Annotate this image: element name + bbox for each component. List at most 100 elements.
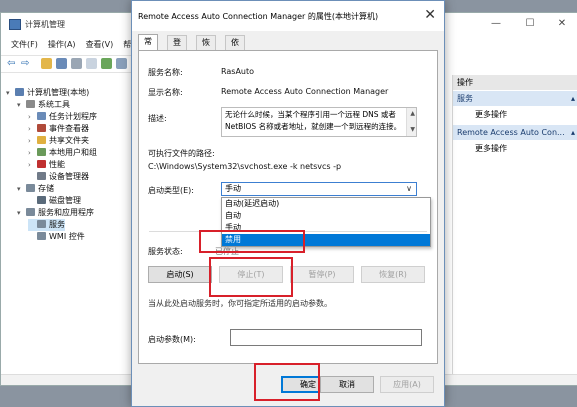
start-params-hint: 当从此处启动服务时，你可指定所适用的启动参数。 — [148, 299, 332, 308]
disk-icon — [37, 196, 46, 204]
back-icon[interactable]: ⇦ — [7, 58, 18, 69]
chevron-down-icon: ∨ — [406, 184, 412, 193]
device-icon — [37, 172, 46, 180]
tree-item-label: 系统工具 — [38, 100, 70, 109]
actions-header: 操作 — [453, 75, 577, 90]
expand-arrow-icon[interactable]: ▾ — [17, 183, 26, 195]
users-icon — [37, 148, 46, 156]
more-actions-rasauto[interactable]: 更多操作▶ — [453, 141, 577, 156]
event-icon — [37, 124, 46, 132]
tree-item[interactable]: › 共享文件夹 — [28, 135, 89, 147]
expand-arrow-icon[interactable]: › — [28, 147, 37, 159]
tab-recovery[interactable]: 恢复 — [196, 35, 216, 61]
highlight-disabled-option — [199, 230, 305, 253]
startup-type-value: 手动 — [225, 184, 241, 193]
dialog-title-bar: Remote Access Auto Connection Manager 的属… — [132, 1, 444, 31]
scroll-up-icon[interactable]: ▲ — [410, 108, 415, 120]
description-label: 描述: — [148, 114, 167, 123]
general-tab-panel: 服务名称: RasAuto 显示名称: Remote Access Auto C… — [138, 50, 438, 364]
start-params-input[interactable] — [230, 329, 422, 346]
startup-type-select[interactable]: 手动 ∨ — [221, 182, 417, 196]
tree-item-label: WMI 控件 — [49, 232, 85, 241]
tree-item[interactable]: › 事件查看器 — [28, 123, 89, 135]
tab-dependencies[interactable]: 依存关系 — [225, 35, 245, 89]
tree-item[interactable]: ▾ 系统工具 — [17, 99, 70, 111]
menu-file[interactable]: 文件(F) — [11, 39, 38, 50]
collapse-icon: ▴ — [570, 128, 575, 137]
navigation-tree: ▾ 计算机管理(本地) ▾ 系统工具 › 任务计划程序 › 事件查看器 › 共享文件夹 › 本地用户和… — [1, 73, 136, 373]
tree-item-label: 共享文件夹 — [49, 136, 89, 145]
display-name-label: 显示名称: — [148, 88, 183, 97]
tree-item[interactable]: 服务 — [28, 219, 65, 231]
tree-item-label: 事件查看器 — [49, 124, 89, 133]
actions-section-rasauto[interactable]: Remote Access Auto Con... ▴ — [453, 125, 577, 140]
tree-item[interactable]: ▾ 存储 — [17, 183, 54, 195]
option-auto-delayed[interactable]: 自动(延迟启动) — [222, 198, 430, 210]
tree-item[interactable]: WMI 控件 — [28, 231, 85, 243]
service-name-label: 服务名称: — [148, 68, 183, 77]
performance-icon — [37, 160, 46, 168]
tree-item-label: 磁盘管理 — [49, 196, 81, 205]
pause-button[interactable]: 暂停(P) — [290, 266, 354, 283]
executable-path-value: C:\Windows\System32\svchost.exe -k netsv… — [148, 162, 342, 171]
more-actions-label: 更多操作 — [475, 110, 507, 119]
description-text: 无论什么时候，当某个程序引用一个远程 DNS 或者 NetBIOS 名称或者地址… — [225, 110, 402, 131]
expand-arrow-icon[interactable]: › — [28, 135, 37, 147]
maximize-button[interactable]: ☐ — [515, 17, 545, 31]
expand-arrow-icon[interactable]: › — [28, 111, 37, 123]
tree-item-label: 设备管理器 — [49, 172, 89, 181]
tree-item[interactable]: 磁盘管理 — [28, 195, 81, 207]
tree-item-label: 任务计划程序 — [49, 112, 97, 121]
expand-arrow-icon[interactable]: ▾ — [17, 207, 26, 219]
tree-item[interactable]: › 本地用户和组 — [28, 147, 97, 159]
menu-view[interactable]: 查看(V) — [86, 39, 114, 50]
actions-section-services[interactable]: 服务 ▴ — [453, 91, 577, 106]
option-auto[interactable]: 自动 — [222, 210, 430, 222]
services-icon — [37, 220, 46, 228]
close-window-button[interactable]: ✕ — [547, 17, 577, 31]
service-status-label: 服务状态: — [148, 247, 183, 256]
tree-item[interactable]: ▾ 服务和应用程序 — [17, 207, 94, 219]
scroll-down-icon[interactable]: ▼ — [410, 124, 415, 136]
forward-icon[interactable]: ⇨ — [21, 58, 32, 69]
export-icon[interactable] — [101, 58, 112, 69]
tree-item[interactable]: › 任务计划程序 — [28, 111, 97, 123]
folder-up-icon[interactable] — [41, 58, 52, 69]
menu-bar: 文件(F) 操作(A) 查看(V) 帮 — [1, 39, 131, 53]
menu-action[interactable]: 操作(A) — [48, 39, 76, 50]
startup-type-label: 启动类型(E): — [148, 186, 194, 195]
expand-arrow-icon[interactable]: ▾ — [17, 99, 26, 111]
actions-section-rasauto-label: Remote Access Auto Con... — [457, 128, 565, 137]
tab-logon[interactable]: 登录 — [167, 35, 187, 61]
expand-arrow-icon[interactable]: › — [28, 123, 37, 135]
service-properties-dialog: Remote Access Auto Connection Manager 的属… — [131, 0, 445, 407]
dialog-close-button[interactable]: ✕ — [424, 7, 436, 23]
computer-icon — [15, 88, 24, 96]
properties-icon[interactable] — [71, 58, 82, 69]
show-tree-icon[interactable] — [56, 58, 67, 69]
help-icon[interactable] — [116, 58, 127, 69]
expand-arrow-icon[interactable]: › — [28, 159, 37, 171]
apply-button[interactable]: 应用(A) — [380, 376, 434, 393]
tree-item[interactable]: 设备管理器 — [28, 171, 89, 183]
tree-item[interactable]: ▾ 计算机管理(本地) — [6, 87, 89, 99]
description-textbox[interactable]: 无论什么时候，当某个程序引用一个远程 DNS 或者 NetBIOS 名称或者地址… — [221, 107, 417, 137]
more-actions-services[interactable]: 更多操作▶ — [453, 107, 577, 122]
collapse-icon: ▴ — [570, 94, 575, 103]
start-button[interactable]: 启动(S) — [148, 266, 212, 283]
expand-arrow-icon[interactable]: ▾ — [6, 87, 15, 99]
tree-item-label: 服务和应用程序 — [38, 208, 94, 217]
minimize-button[interactable]: — — [481, 17, 511, 31]
tree-item-label: 本地用户和组 — [49, 148, 97, 157]
refresh-icon[interactable] — [86, 58, 97, 69]
resume-button[interactable]: 恢复(R) — [361, 266, 425, 283]
folder-icon — [37, 136, 46, 144]
tools-icon — [26, 100, 35, 108]
tree-item-label: 计算机管理(本地) — [27, 88, 90, 97]
tree-item[interactable]: › 性能 — [28, 159, 65, 171]
start-params-label: 启动参数(M): — [148, 335, 196, 344]
tab-general[interactable]: 常规 — [138, 34, 158, 60]
executable-path-label: 可执行文件的路径: — [148, 149, 215, 158]
service-name-value: RasAuto — [221, 67, 255, 76]
cancel-button[interactable]: 取消 — [320, 376, 374, 393]
